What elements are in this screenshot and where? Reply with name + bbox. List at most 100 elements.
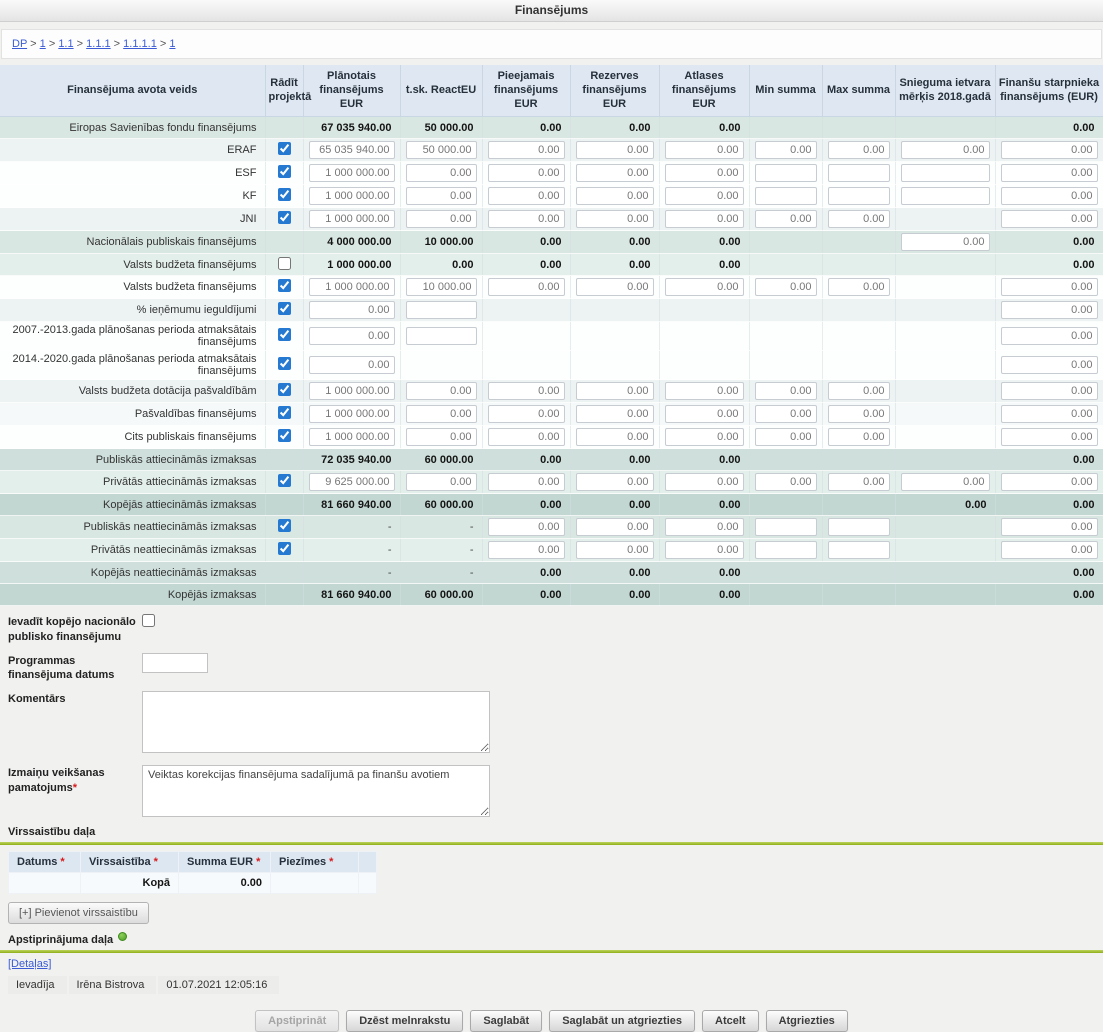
input-min-summa[interactable] bbox=[755, 187, 817, 205]
input-max-summa[interactable] bbox=[828, 141, 890, 159]
input-planotais[interactable] bbox=[309, 428, 395, 446]
input-planotais[interactable] bbox=[309, 473, 395, 491]
national-public-checkbox[interactable] bbox=[142, 614, 155, 627]
input-max-summa[interactable] bbox=[828, 405, 890, 423]
input-max-summa[interactable] bbox=[828, 187, 890, 205]
radit-projekta-checkbox[interactable] bbox=[278, 188, 291, 201]
delete-draft-button[interactable]: Dzēst melnrakstu bbox=[346, 1010, 463, 1032]
input-snieguma[interactable] bbox=[901, 164, 990, 182]
save-button[interactable]: Saglabāt bbox=[470, 1010, 542, 1032]
input-rezerves[interactable] bbox=[576, 164, 654, 182]
input-rezerves[interactable] bbox=[576, 473, 654, 491]
input-finansu-starpnieka[interactable] bbox=[1001, 301, 1098, 319]
input-atlases[interactable] bbox=[665, 382, 744, 400]
input-snieguma[interactable] bbox=[901, 187, 990, 205]
input-max-summa[interactable] bbox=[828, 278, 890, 296]
input-tsk-reacteu[interactable] bbox=[406, 301, 477, 319]
input-rezerves[interactable] bbox=[576, 518, 654, 536]
input-pieejamais[interactable] bbox=[488, 541, 565, 559]
input-tsk-reacteu[interactable] bbox=[406, 327, 477, 345]
input-planotais[interactable] bbox=[309, 164, 395, 182]
input-planotais[interactable] bbox=[309, 210, 395, 228]
program-date-input[interactable] bbox=[142, 653, 208, 673]
radit-projekta-checkbox[interactable] bbox=[278, 357, 291, 370]
breadcrumb-link-1.1.1[interactable]: 1.1.1 bbox=[86, 38, 110, 50]
comment-textarea[interactable] bbox=[142, 691, 490, 753]
breadcrumb-link-1.1.1.1[interactable]: 1.1.1.1 bbox=[123, 38, 157, 50]
input-rezerves[interactable] bbox=[576, 405, 654, 423]
input-atlases[interactable] bbox=[665, 210, 744, 228]
input-tsk-reacteu[interactable] bbox=[406, 141, 477, 159]
input-planotais[interactable] bbox=[309, 141, 395, 159]
input-tsk-reacteu[interactable] bbox=[406, 164, 477, 182]
input-atlases[interactable] bbox=[665, 541, 744, 559]
input-tsk-reacteu[interactable] bbox=[406, 187, 477, 205]
input-finansu-starpnieka[interactable] bbox=[1001, 382, 1098, 400]
radit-projekta-checkbox[interactable] bbox=[278, 406, 291, 419]
input-pieejamais[interactable] bbox=[488, 382, 565, 400]
input-min-summa[interactable] bbox=[755, 164, 817, 182]
input-max-summa[interactable] bbox=[828, 473, 890, 491]
radit-projekta-checkbox[interactable] bbox=[278, 542, 291, 555]
input-rezerves[interactable] bbox=[576, 541, 654, 559]
input-planotais[interactable] bbox=[309, 301, 395, 319]
input-rezerves[interactable] bbox=[576, 382, 654, 400]
return-button[interactable]: Atgriezties bbox=[766, 1010, 848, 1032]
radit-projekta-checkbox[interactable] bbox=[278, 279, 291, 292]
radit-projekta-checkbox[interactable] bbox=[278, 328, 291, 341]
input-tsk-reacteu[interactable] bbox=[406, 382, 477, 400]
reason-textarea[interactable]: Veiktas korekcijas finansējuma sadalījum… bbox=[142, 765, 490, 817]
input-atlases[interactable] bbox=[665, 187, 744, 205]
input-max-summa[interactable] bbox=[828, 428, 890, 446]
input-finansu-starpnieka[interactable] bbox=[1001, 141, 1098, 159]
input-tsk-reacteu[interactable] bbox=[406, 473, 477, 491]
input-finansu-starpnieka[interactable] bbox=[1001, 210, 1098, 228]
approve-button[interactable]: Apstiprināt bbox=[255, 1010, 339, 1032]
input-finansu-starpnieka[interactable] bbox=[1001, 405, 1098, 423]
input-pieejamais[interactable] bbox=[488, 405, 565, 423]
input-tsk-reacteu[interactable] bbox=[406, 428, 477, 446]
input-tsk-reacteu[interactable] bbox=[406, 210, 477, 228]
input-finansu-starpnieka[interactable] bbox=[1001, 164, 1098, 182]
input-min-summa[interactable] bbox=[755, 278, 817, 296]
input-snieguma[interactable] bbox=[901, 233, 990, 251]
input-tsk-reacteu[interactable] bbox=[406, 278, 477, 296]
input-pieejamais[interactable] bbox=[488, 187, 565, 205]
input-atlases[interactable] bbox=[665, 278, 744, 296]
input-max-summa[interactable] bbox=[828, 382, 890, 400]
input-pieejamais[interactable] bbox=[488, 210, 565, 228]
input-pieejamais[interactable] bbox=[488, 428, 565, 446]
input-tsk-reacteu[interactable] bbox=[406, 405, 477, 423]
input-min-summa[interactable] bbox=[755, 210, 817, 228]
input-min-summa[interactable] bbox=[755, 141, 817, 159]
input-snieguma[interactable] bbox=[901, 473, 990, 491]
input-atlases[interactable] bbox=[665, 428, 744, 446]
input-pieejamais[interactable] bbox=[488, 473, 565, 491]
input-finansu-starpnieka[interactable] bbox=[1001, 428, 1098, 446]
input-pieejamais[interactable] bbox=[488, 518, 565, 536]
input-min-summa[interactable] bbox=[755, 405, 817, 423]
radit-projekta-checkbox[interactable] bbox=[278, 429, 291, 442]
input-min-summa[interactable] bbox=[755, 541, 817, 559]
input-planotais[interactable] bbox=[309, 356, 395, 374]
input-pieejamais[interactable] bbox=[488, 141, 565, 159]
input-finansu-starpnieka[interactable] bbox=[1001, 473, 1098, 491]
input-rezerves[interactable] bbox=[576, 428, 654, 446]
input-finansu-starpnieka[interactable] bbox=[1001, 327, 1098, 345]
input-max-summa[interactable] bbox=[828, 518, 890, 536]
breadcrumb-link-1[interactable]: 1 bbox=[40, 38, 46, 50]
details-link[interactable]: [Detaļas] bbox=[8, 958, 51, 970]
input-min-summa[interactable] bbox=[755, 382, 817, 400]
input-atlases[interactable] bbox=[665, 164, 744, 182]
input-planotais[interactable] bbox=[309, 327, 395, 345]
input-atlases[interactable] bbox=[665, 405, 744, 423]
breadcrumb-link-1.1[interactable]: 1.1 bbox=[58, 38, 73, 50]
input-rezerves[interactable] bbox=[576, 210, 654, 228]
radit-projekta-checkbox[interactable] bbox=[278, 383, 291, 396]
save-and-return-button[interactable]: Saglabāt un atgriezties bbox=[549, 1010, 695, 1032]
input-finansu-starpnieka[interactable] bbox=[1001, 356, 1098, 374]
input-min-summa[interactable] bbox=[755, 473, 817, 491]
input-rezerves[interactable] bbox=[576, 187, 654, 205]
breadcrumb-link-1[interactable]: 1 bbox=[169, 38, 175, 50]
radit-projekta-checkbox[interactable] bbox=[278, 142, 291, 155]
